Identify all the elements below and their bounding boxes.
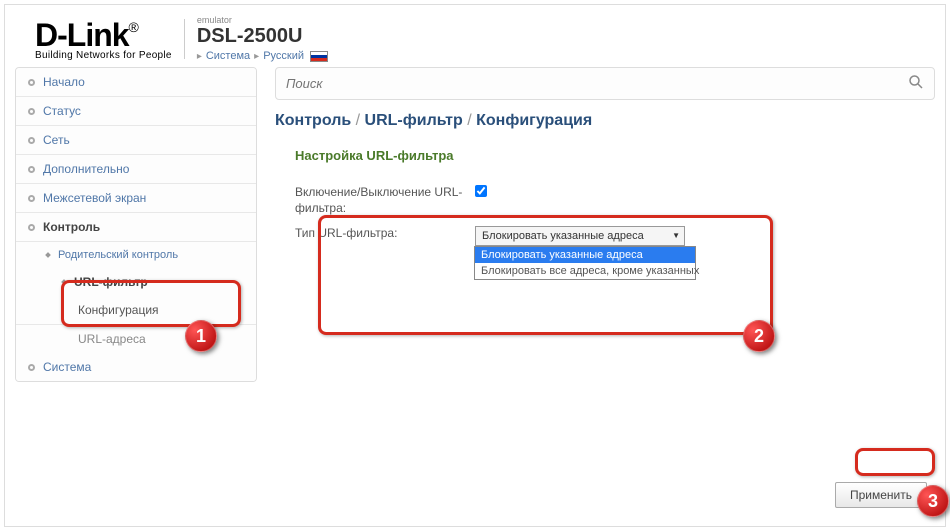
- sidebar-item-label: Межсетевой экран: [43, 191, 146, 205]
- bullet-icon: [28, 195, 35, 202]
- filter-type-dropdown: Блокировать указанные адреса Блокировать…: [474, 246, 696, 280]
- sidebar-item-system[interactable]: Система: [16, 353, 256, 381]
- dropdown-option[interactable]: Блокировать указанные адреса: [475, 247, 695, 263]
- sidebar-item-label: Конфигурация: [78, 303, 159, 317]
- bullet-icon: [28, 224, 35, 231]
- form-area: Включение/Выключение URL-фильтра: Тип UR…: [275, 175, 935, 266]
- sidebar: Начало Статус Сеть Дополнительно Межсете…: [15, 67, 257, 382]
- sidebar-item-label: URL-адреса: [78, 332, 146, 346]
- search-input[interactable]: [286, 76, 908, 91]
- bullet-icon: [28, 364, 35, 371]
- logo-brand: D-Link: [35, 17, 129, 54]
- main-content: Контроль / URL-фильтр / Конфигурация Нас…: [257, 67, 935, 382]
- sidebar-item-status[interactable]: Статус: [16, 97, 256, 126]
- sidebar-item-label: URL-фильтр: [74, 275, 148, 289]
- enable-checkbox[interactable]: [475, 185, 487, 197]
- sidebar-item-url-addresses[interactable]: URL-адреса: [16, 325, 256, 353]
- bullet-icon: [28, 79, 35, 86]
- sidebar-item-url-filter[interactable]: URL-фильтр: [16, 268, 256, 296]
- sidebar-item-parental[interactable]: Родительский контроль: [16, 242, 256, 268]
- type-label: Тип URL-фильтра:: [295, 226, 475, 242]
- sidebar-item-network[interactable]: Сеть: [16, 126, 256, 155]
- sidebar-item-home[interactable]: Начало: [16, 68, 256, 97]
- bullet-icon: [28, 137, 35, 144]
- arrow-icon: ▸: [254, 51, 259, 62]
- sidebar-item-label: Статус: [43, 104, 81, 118]
- sidebar-item-label: Начало: [43, 75, 85, 89]
- bullet-icon: [28, 108, 35, 115]
- sidebar-item-label: Дополнительно: [43, 162, 129, 176]
- sidebar-item-control[interactable]: Контроль: [16, 213, 256, 242]
- apply-button[interactable]: Применить: [835, 482, 927, 508]
- annotation-box-3: [855, 448, 935, 476]
- breadcrumb: Контроль / URL-фильтр / Конфигурация: [275, 112, 935, 130]
- emulator-label: emulator: [197, 15, 328, 25]
- header-divider: [184, 19, 185, 59]
- section-title: Настройка URL-фильтра: [275, 148, 935, 163]
- search-icon[interactable]: [908, 74, 924, 93]
- language-link[interactable]: Русский: [263, 50, 304, 62]
- filter-type-select[interactable]: Блокировать указанные адреса: [475, 226, 685, 246]
- model-label: DSL-2500U: [197, 25, 328, 48]
- bullet-icon: [28, 166, 35, 173]
- select-value: Блокировать указанные адреса: [482, 230, 644, 242]
- bullet-icon: [45, 252, 51, 258]
- sidebar-item-additional[interactable]: Дополнительно: [16, 155, 256, 184]
- annotation-badge-1: 1: [185, 320, 217, 352]
- bullet-icon: [61, 279, 67, 285]
- logo-registered: ®: [129, 19, 139, 35]
- breadcrumb-sep: /: [356, 112, 365, 129]
- search-box[interactable]: [275, 67, 935, 100]
- arrow-icon: ▸: [197, 51, 202, 62]
- system-link[interactable]: Система: [206, 50, 250, 62]
- breadcrumb-b: URL-фильтр: [365, 112, 463, 129]
- breadcrumb-sep: /: [467, 112, 476, 129]
- annotation-badge-3: 3: [917, 485, 949, 517]
- dropdown-option[interactable]: Блокировать все адреса, кроме указанных: [475, 263, 695, 279]
- sidebar-item-label: Контроль: [43, 220, 100, 234]
- sidebar-item-configuration[interactable]: Конфигурация: [16, 296, 256, 325]
- breadcrumb-a: Контроль: [275, 112, 351, 129]
- enable-label: Включение/Выключение URL-фильтра:: [295, 185, 475, 216]
- flag-icon-russia: [310, 51, 328, 62]
- logo-tagline: Building Networks for People: [35, 50, 172, 61]
- annotation-badge-2: 2: [743, 320, 775, 352]
- header-breadcrumb: ▸ Система ▸ Русский: [197, 50, 328, 62]
- sidebar-item-label: Система: [43, 360, 91, 374]
- breadcrumb-c: Конфигурация: [476, 112, 592, 129]
- header: D-Link ® Building Networks for People em…: [5, 5, 945, 67]
- sidebar-item-firewall[interactable]: Межсетевой экран: [16, 184, 256, 213]
- sidebar-item-label: Родительский контроль: [58, 249, 178, 261]
- sidebar-item-label: Сеть: [43, 133, 70, 147]
- logo: D-Link ® Building Networks for People: [35, 17, 172, 61]
